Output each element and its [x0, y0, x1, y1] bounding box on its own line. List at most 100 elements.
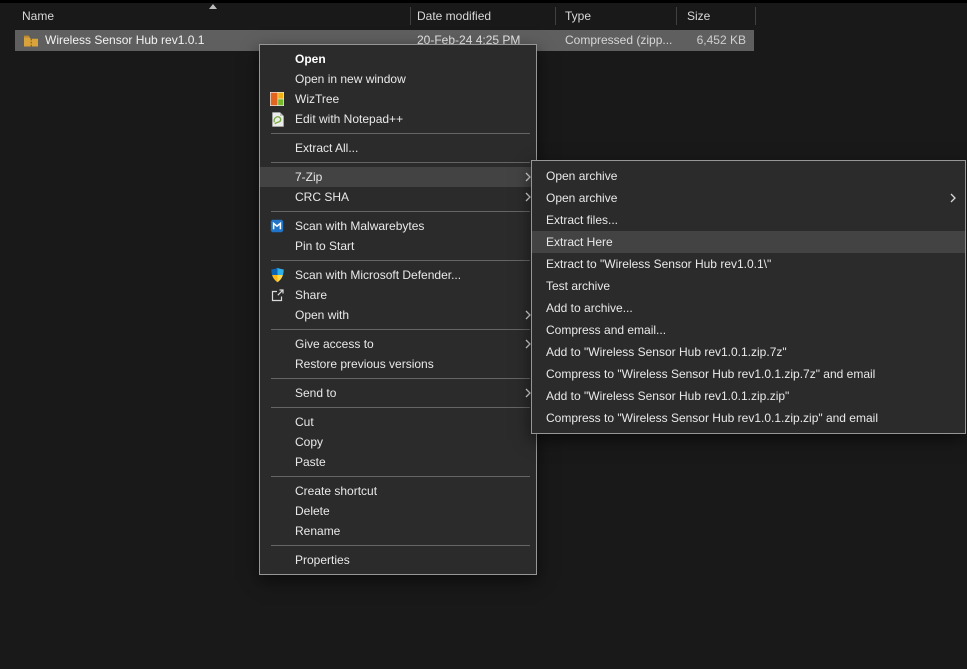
icon-slot-empty	[269, 71, 285, 87]
context-menu-item-label: Edit with Notepad++	[295, 112, 403, 126]
wiztree-icon	[269, 91, 285, 107]
context-menu-item-label: Copy	[295, 435, 323, 449]
file-type: Compressed (zipp...	[565, 30, 672, 51]
column-header-bar: Name Date modified Type Size	[0, 3, 967, 29]
context-menu-item-restore-previous-versions[interactable]: Restore previous versions	[260, 354, 536, 374]
defender-icon	[269, 267, 285, 283]
icon-slot-empty	[269, 169, 285, 185]
column-date-modified[interactable]: Date modified	[417, 9, 491, 23]
context-menu-item-wiztree[interactable]: WizTree	[260, 89, 536, 109]
context-menu-item-give-access-to[interactable]: Give access to	[260, 334, 536, 354]
column-divider[interactable]	[755, 7, 756, 25]
submenu-7zip-item-label: Add to "Wireless Sensor Hub rev1.0.1.zip…	[546, 345, 787, 359]
submenu-7zip-item-label: Test archive	[546, 279, 610, 293]
icon-slot-empty	[269, 483, 285, 499]
context-menu-item-scan-with-malwarebytes[interactable]: Scan with Malwarebytes	[260, 216, 536, 236]
context-menu-item-label: CRC SHA	[295, 190, 349, 204]
submenu-7zip-item-label: Extract files...	[546, 213, 618, 227]
context-menu-item-label: Extract All...	[295, 141, 358, 155]
context-menu-item-7-zip[interactable]: 7-Zip	[260, 167, 536, 187]
context-menu-item-extract-all[interactable]: Extract All...	[260, 138, 536, 158]
submenu-7zip-item-label: Open archive	[546, 169, 617, 183]
context-menu-item-label: Scan with Malwarebytes	[295, 219, 424, 233]
submenu-7zip-item-label: Compress and email...	[546, 323, 666, 337]
submenu-7zip-item-label: Open archive	[546, 191, 617, 205]
context-menu: Open Open in new window WizTree Edit with N…	[259, 44, 537, 575]
icon-slot-empty	[269, 51, 285, 67]
context-menu-item-paste[interactable]: Paste	[260, 452, 536, 472]
column-divider[interactable]	[410, 7, 411, 25]
context-menu-separator	[271, 378, 530, 379]
context-menu-item-open[interactable]: Open	[260, 49, 536, 69]
notepadpp-icon	[269, 111, 285, 127]
context-menu-item-open-with[interactable]: Open with	[260, 305, 536, 325]
icon-slot-empty	[269, 189, 285, 205]
sort-ascending-icon	[209, 4, 217, 9]
icon-slot-empty	[269, 454, 285, 470]
context-menu-item-edit-with-notepad[interactable]: Edit with Notepad++	[260, 109, 536, 129]
icon-slot-empty	[269, 434, 285, 450]
context-menu-item-label: Paste	[295, 455, 326, 469]
context-menu-item-label: Rename	[295, 524, 340, 538]
context-menu-item-label: Open	[295, 52, 326, 66]
context-menu-item-send-to[interactable]: Send to	[260, 383, 536, 403]
malwarebytes-icon	[269, 218, 285, 234]
context-menu-item-crc-sha[interactable]: CRC SHA	[260, 187, 536, 207]
context-menu-item-label: Open with	[295, 308, 349, 322]
context-menu-separator	[271, 260, 530, 261]
column-size[interactable]: Size	[687, 9, 710, 23]
zip-file-icon	[23, 32, 39, 48]
icon-slot-empty	[269, 414, 285, 430]
submenu-7zip-item-extract-files[interactable]: Extract files...	[532, 209, 965, 231]
icon-slot-empty	[269, 336, 285, 352]
context-menu-item-pin-to-start[interactable]: Pin to Start	[260, 236, 536, 256]
context-menu-item-share[interactable]: Share	[260, 285, 536, 305]
context-menu-separator	[271, 162, 530, 163]
context-menu-item-label: WizTree	[295, 92, 339, 106]
submenu-7zip-item-add-to-wireless-sensor-hub-rev1-0-1-zip-zip[interactable]: Add to "Wireless Sensor Hub rev1.0.1.zip…	[532, 385, 965, 407]
context-menu-item-label: Cut	[295, 415, 314, 429]
submenu-7zip-item-label: Compress to "Wireless Sensor Hub rev1.0.…	[546, 411, 878, 425]
submenu-7zip-item-extract-here[interactable]: Extract Here	[532, 231, 965, 253]
context-menu-item-label: Share	[295, 288, 327, 302]
icon-slot-empty	[269, 140, 285, 156]
share-icon	[269, 287, 285, 303]
icon-slot-empty	[269, 385, 285, 401]
submenu-7zip-item-test-archive[interactable]: Test archive	[532, 275, 965, 297]
submenu-7zip-item-compress-and-email[interactable]: Compress and email...	[532, 319, 965, 341]
submenu-7zip-item-open-archive[interactable]: Open archive	[532, 187, 965, 209]
submenu-7zip-item-compress-to-wireless-sensor-hub-rev1-0-1-zip-zip-and-email[interactable]: Compress to "Wireless Sensor Hub rev1.0.…	[532, 407, 965, 429]
context-menu-item-copy[interactable]: Copy	[260, 432, 536, 452]
context-menu-separator	[271, 133, 530, 134]
column-type[interactable]: Type	[565, 9, 591, 23]
submenu-7zip-item-label: Extract Here	[546, 235, 613, 249]
icon-slot-empty	[269, 307, 285, 323]
submenu-7zip-item-compress-to-wireless-sensor-hub-rev1-0-1-zip-7z-and-email[interactable]: Compress to "Wireless Sensor Hub rev1.0.…	[532, 363, 965, 385]
context-menu-item-cut[interactable]: Cut	[260, 412, 536, 432]
column-divider[interactable]	[676, 7, 677, 25]
context-menu-item-properties[interactable]: Properties	[260, 550, 536, 570]
icon-slot-empty	[269, 503, 285, 519]
context-menu-item-label: Give access to	[295, 337, 374, 351]
seven-zip-submenu: Open archive Open archive Extract files...…	[531, 160, 966, 434]
context-menu-item-open-in-new-window[interactable]: Open in new window	[260, 69, 536, 89]
submenu-7zip-item-label: Add to archive...	[546, 301, 633, 315]
submenu-7zip-item-extract-to-wireless-sensor-hub-rev1-0-1[interactable]: Extract to "Wireless Sensor Hub rev1.0.1…	[532, 253, 965, 275]
submenu-7zip-item-label: Compress to "Wireless Sensor Hub rev1.0.…	[546, 367, 875, 381]
context-menu-item-rename[interactable]: Rename	[260, 521, 536, 541]
context-menu-item-label: Create shortcut	[295, 484, 377, 498]
column-name[interactable]: Name	[22, 9, 54, 23]
context-menu-item-label: Open in new window	[295, 72, 406, 86]
column-divider[interactable]	[555, 7, 556, 25]
context-menu-item-delete[interactable]: Delete	[260, 501, 536, 521]
icon-slot-empty	[269, 552, 285, 568]
icon-slot-empty	[269, 356, 285, 372]
context-menu-item-label: Pin to Start	[295, 239, 354, 253]
submenu-7zip-item-add-to-archive[interactable]: Add to archive...	[532, 297, 965, 319]
file-size: 6,452 KB	[697, 30, 746, 51]
context-menu-item-create-shortcut[interactable]: Create shortcut	[260, 481, 536, 501]
submenu-7zip-item-open-archive[interactable]: Open archive	[532, 165, 965, 187]
icon-slot-empty	[269, 523, 285, 539]
submenu-7zip-item-add-to-wireless-sensor-hub-rev1-0-1-zip-7z[interactable]: Add to "Wireless Sensor Hub rev1.0.1.zip…	[532, 341, 965, 363]
context-menu-item-scan-with-microsoft-defender[interactable]: Scan with Microsoft Defender...	[260, 265, 536, 285]
